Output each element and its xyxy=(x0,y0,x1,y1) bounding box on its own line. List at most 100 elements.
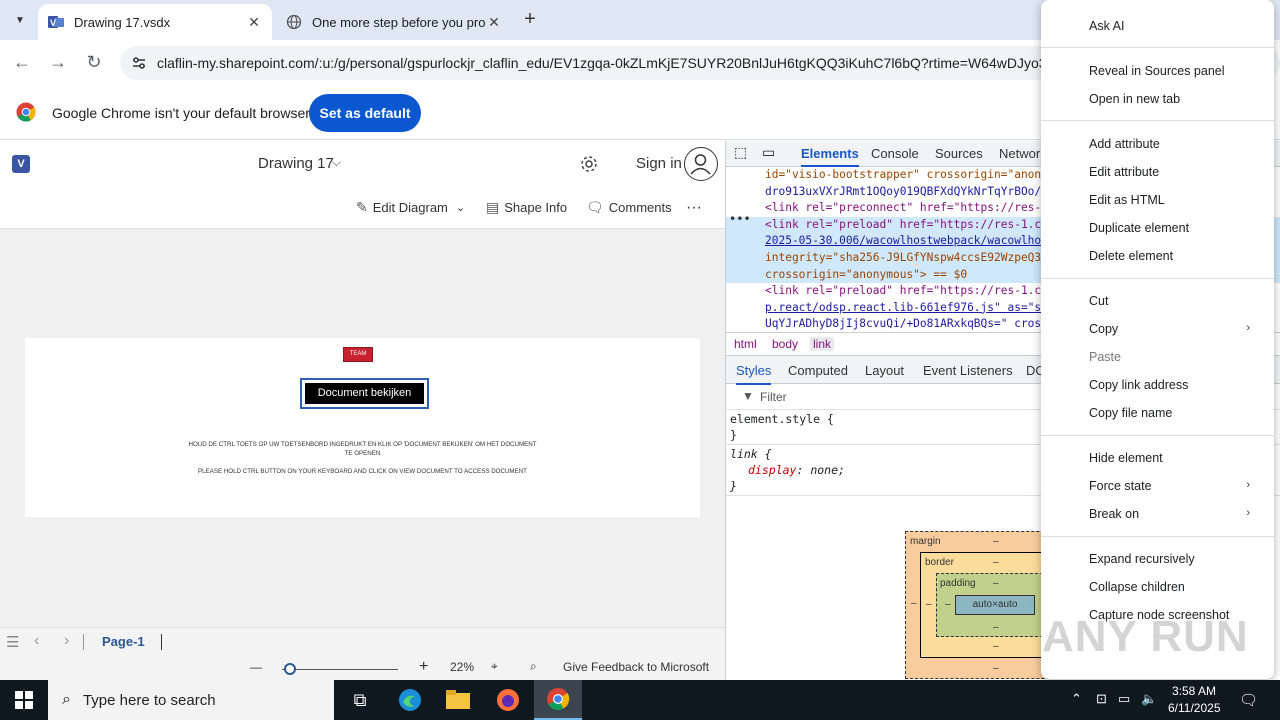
zoom-slider-track[interactable] xyxy=(282,669,398,670)
visio-status-bar: ☰ ‹ › Page-1 — + 22% ⌖ ⌕ Give Feedback t… xyxy=(0,627,725,680)
menu-item-edit-as-html[interactable]: Edit as HTML xyxy=(1089,193,1165,207)
zoom-out-icon[interactable]: — xyxy=(250,660,262,674)
document-button-frame[interactable]: Document bekijken xyxy=(300,378,429,409)
search-icon: ⌕ xyxy=(62,691,71,708)
node-actions-icon[interactable]: ••• xyxy=(729,211,751,228)
edge-icon[interactable] xyxy=(386,680,434,720)
start-button[interactable] xyxy=(0,680,48,720)
inspect-element-icon[interactable]: ⬚ xyxy=(734,144,747,161)
site-settings-icon[interactable] xyxy=(130,54,148,72)
search-input[interactable]: Type here to search xyxy=(83,692,216,709)
menu-item-edit-attribute[interactable]: Edit attribute xyxy=(1089,165,1159,179)
file-explorer-icon[interactable] xyxy=(434,680,482,720)
network-icon[interactable]: ▭ xyxy=(1118,691,1130,707)
volume-icon[interactable]: 🔈 xyxy=(1141,691,1157,707)
tab-drawing[interactable]: V Drawing 17.vsdx ✕ xyxy=(38,4,272,40)
more-options-button[interactable]: ··· xyxy=(686,199,702,217)
back-icon[interactable]: ← xyxy=(10,51,34,75)
reload-icon[interactable]: ↻ xyxy=(82,51,106,75)
view-document-button[interactable]: Document bekijken xyxy=(305,383,424,404)
menu-item-copy-file-name[interactable]: Copy file name xyxy=(1089,406,1172,420)
menu-item-ask-ai[interactable]: Ask AI xyxy=(1089,19,1124,33)
document-title[interactable]: Drawing 17 xyxy=(258,155,334,172)
firefox-icon[interactable] xyxy=(484,680,532,720)
menu-item-cut[interactable]: Cut xyxy=(1089,294,1108,308)
forward-icon[interactable]: → xyxy=(46,51,70,75)
subtab-styles[interactable]: Styles xyxy=(736,363,772,385)
crumb-html[interactable]: html xyxy=(734,337,757,351)
close-tab-icon[interactable]: ✕ xyxy=(486,14,502,31)
menu-item-copy[interactable]: Copy xyxy=(1089,322,1118,336)
menu-item-hide-element[interactable]: Hide element xyxy=(1089,451,1163,465)
chevron-up-icon[interactable]: ⌃ xyxy=(1071,691,1082,707)
menu-item-paste: Paste xyxy=(1089,350,1121,364)
chevron-down-icon: ⌄ xyxy=(455,202,466,214)
chrome-logo-icon xyxy=(16,102,36,122)
next-page-icon[interactable]: › xyxy=(64,632,69,650)
zoom-slider-thumb[interactable] xyxy=(284,663,296,675)
device-toolbar-icon[interactable]: ▭ xyxy=(762,144,775,161)
menu-item-duplicate-element[interactable]: Duplicate element xyxy=(1089,221,1189,235)
page-tab[interactable]: Page-1 xyxy=(102,634,145,649)
crumb-body[interactable]: body xyxy=(772,337,798,351)
menu-item-open-in-new-tab[interactable]: Open in new tab xyxy=(1089,92,1180,106)
shape-info-button[interactable]: ▤ Shape Info xyxy=(486,199,567,216)
code-text: dro913uxVXrJRmt1OQoy019QBFXdQYkNrTqYrBOo… xyxy=(765,184,1048,198)
subtab-layout[interactable]: Layout xyxy=(865,363,904,378)
menu-item-add-attribute[interactable]: Add attribute xyxy=(1089,137,1160,151)
chrome-taskbar-icon[interactable] xyxy=(534,680,582,720)
prev-page-icon[interactable]: ‹ xyxy=(34,632,39,650)
menu-item-reveal-in-sources[interactable]: Reveal in Sources panel xyxy=(1089,64,1225,78)
menu-icon[interactable]: ☰ xyxy=(6,633,19,651)
css-property[interactable]: display xyxy=(748,463,796,477)
taskbar-clock[interactable]: 3:58 AM 6/11/2025 xyxy=(1168,683,1221,717)
set-as-default-button[interactable]: Set as default xyxy=(309,94,421,132)
device-icon[interactable]: ⊡ xyxy=(1096,691,1107,707)
menu-item-copy-link-address[interactable]: Copy link address xyxy=(1089,378,1188,392)
notification-icon[interactable]: 🗨 xyxy=(1239,691,1258,709)
fit-to-window-icon[interactable]: ⌖ xyxy=(491,659,498,674)
css-value[interactable]: none; xyxy=(810,463,845,477)
globe-icon xyxy=(286,14,302,30)
comment-icon: 🗨 xyxy=(586,199,604,215)
gear-icon[interactable] xyxy=(578,153,600,175)
tab-search-button[interactable]: ▼ xyxy=(8,8,32,32)
menu-item-delete-element[interactable]: Delete element xyxy=(1089,249,1173,263)
edit-diagram-button[interactable]: ✎ Edit Diagram ⌄ xyxy=(356,199,465,216)
give-feedback-link[interactable]: Give Feedback to Microsoft xyxy=(563,660,709,674)
tab-elements[interactable]: Elements xyxy=(801,146,859,167)
subtab-computed[interactable]: Computed xyxy=(788,363,848,378)
menu-item-force-state[interactable]: Force state xyxy=(1089,479,1152,493)
menu-item-expand-recursively[interactable]: Expand recursively xyxy=(1089,552,1195,566)
task-view-icon[interactable]: ⧉ xyxy=(336,680,384,720)
zoom-search-icon[interactable]: ⌕ xyxy=(530,659,537,674)
border-top-value: – xyxy=(993,557,999,568)
avatar[interactable] xyxy=(684,147,718,181)
close-tab-icon[interactable]: ✕ xyxy=(246,14,262,31)
taskbar-search[interactable]: ⌕ Type here to search xyxy=(48,680,334,720)
svg-text:V: V xyxy=(50,18,56,28)
tab-title: One more step before you proc xyxy=(312,14,486,30)
code-text: id="visio-bootstrapper" crossorigin="ano… xyxy=(765,168,1048,181)
edit-diagram-label: Edit Diagram xyxy=(372,200,448,215)
chevron-down-icon[interactable]: ⌵ xyxy=(332,155,341,170)
filter-input[interactable]: Filter xyxy=(760,390,787,404)
comments-button[interactable]: 🗨 Comments xyxy=(586,199,672,216)
pencil-icon: ✎ xyxy=(356,199,368,215)
divider xyxy=(161,634,162,650)
crumb-link[interactable]: link xyxy=(810,337,835,351)
zoom-in-icon[interactable]: + xyxy=(419,658,428,676)
tab-sources[interactable]: Sources xyxy=(935,146,983,161)
tab-console[interactable]: Console xyxy=(871,146,919,161)
tab-network[interactable]: Network xyxy=(999,146,1047,161)
zoom-level[interactable]: 22% xyxy=(450,660,474,674)
new-tab-button[interactable]: + xyxy=(518,8,542,32)
menu-item-collapse-children[interactable]: Collapse children xyxy=(1089,580,1185,594)
subtab-event-listeners[interactable]: Event Listeners xyxy=(923,363,1013,378)
menu-item-break-on[interactable]: Break on xyxy=(1089,507,1139,521)
visio-app-icon[interactable]: V xyxy=(12,155,30,173)
tab-one-more-step[interactable]: One more step before you proc ✕ xyxy=(276,4,512,40)
sign-in-link[interactable]: Sign in xyxy=(636,155,682,172)
border-label: border xyxy=(925,557,954,568)
code-text: integrity="sha256-J9LGfYNspw4ccsE92WzpeQ… xyxy=(765,250,1048,264)
